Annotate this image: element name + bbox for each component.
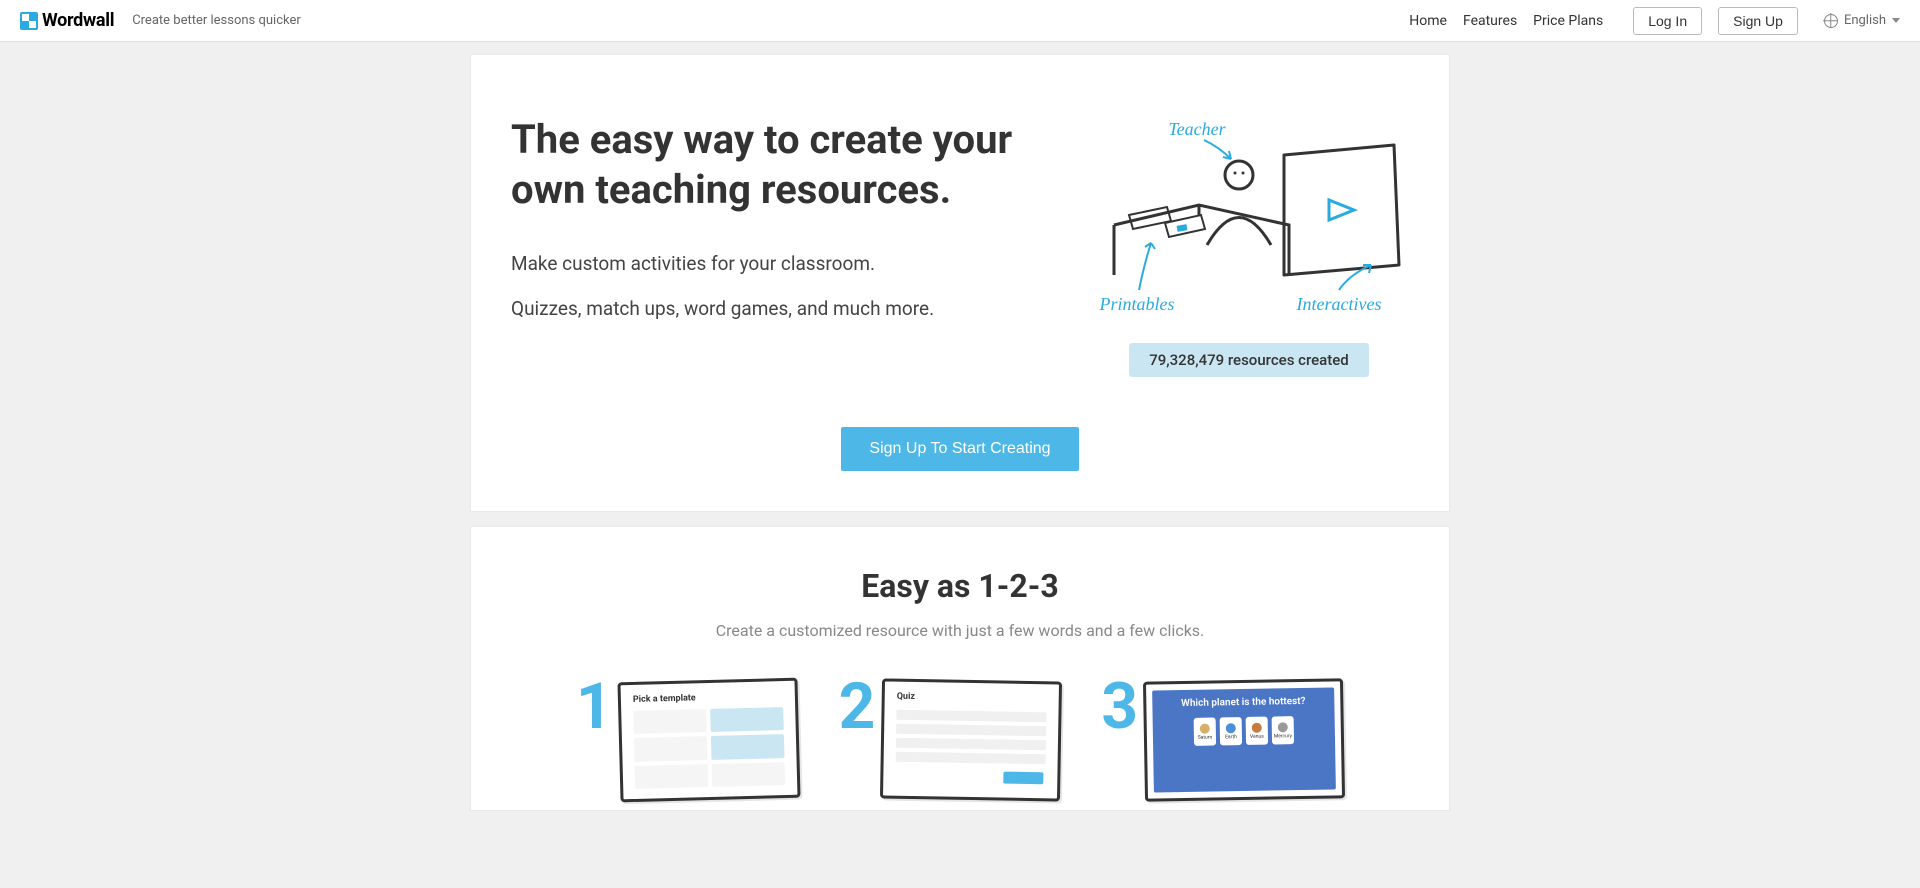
step-1-number: 1 [576,680,613,734]
login-button[interactable]: Log In [1633,7,1702,35]
step-3-sketch: Which planet is the hottest? Saturn Eart… [1143,678,1345,801]
logo-text: Wordwall [42,10,114,31]
nav-price-plans[interactable]: Price Plans [1533,13,1603,29]
language-selector[interactable]: English [1824,13,1900,28]
label-teacher: Teacher [1168,119,1226,139]
signup-button[interactable]: Sign Up [1718,7,1798,35]
top-nav: Home Features Price Plans Log In Sign Up… [1409,7,1900,35]
hero-section: The easy way to create your own teaching… [470,54,1450,512]
nav-features[interactable]: Features [1463,13,1517,29]
step-3-number: 3 [1101,680,1138,734]
step-2-number: 2 [839,680,876,734]
tagline: Create better lessons quicker [132,13,301,28]
step-1: 1 Pick a template [576,680,799,800]
globe-icon [1824,14,1838,28]
hero-sub-1: Make custom activities for your classroo… [511,251,1059,278]
hero-text: The easy way to create your own teaching… [511,115,1059,377]
teacher-illustration: Teacher Printables Interactives [1089,115,1409,325]
nav-home[interactable]: Home [1409,13,1447,29]
sketch-button-icon [1004,772,1044,785]
steps-row: 1 Pick a template 2 Quiz [511,680,1409,800]
logo-area: Wordwall Create better lessons quicker [20,10,301,31]
quiz-screen: Which planet is the hottest? Saturn Eart… [1152,687,1336,792]
chevron-down-icon [1892,18,1900,23]
step-2-label: Quiz [897,692,915,702]
logo-icon [20,12,38,30]
step-2-sketch: Quiz [880,678,1062,801]
label-interactives: Interactives [1296,294,1382,314]
resources-created-badge: 79,328,479 resources created [1129,343,1368,377]
language-label: English [1844,13,1886,28]
quiz-question: Which planet is the hottest? [1160,696,1326,711]
hero-title: The easy way to create your own teaching… [511,115,1059,215]
easy-subtitle: Create a customized resource with just a… [511,621,1409,640]
quiz-options: Saturn Earth Venus Mercury [1161,716,1327,747]
easy-title: Easy as 1-2-3 [511,567,1409,605]
label-printables: Printables [1099,294,1175,314]
step-1-sketch: Pick a template [617,678,800,803]
signup-cta-button[interactable]: Sign Up To Start Creating [841,427,1078,471]
step-1-label: Pick a template [632,693,695,705]
hero-sub-2: Quizzes, match ups, word games, and much… [511,296,1059,323]
logo-link[interactable]: Wordwall [20,10,114,31]
easy-section: Easy as 1-2-3 Create a customized resour… [470,526,1450,811]
step-2: 2 Quiz [839,680,1062,800]
site-header: Wordwall Create better lessons quicker H… [0,0,1920,42]
hero-illustration: Teacher Printables Interactives 79,328,4… [1089,115,1409,377]
step-3: 3 Which planet is the hottest? Saturn Ea… [1101,680,1344,800]
